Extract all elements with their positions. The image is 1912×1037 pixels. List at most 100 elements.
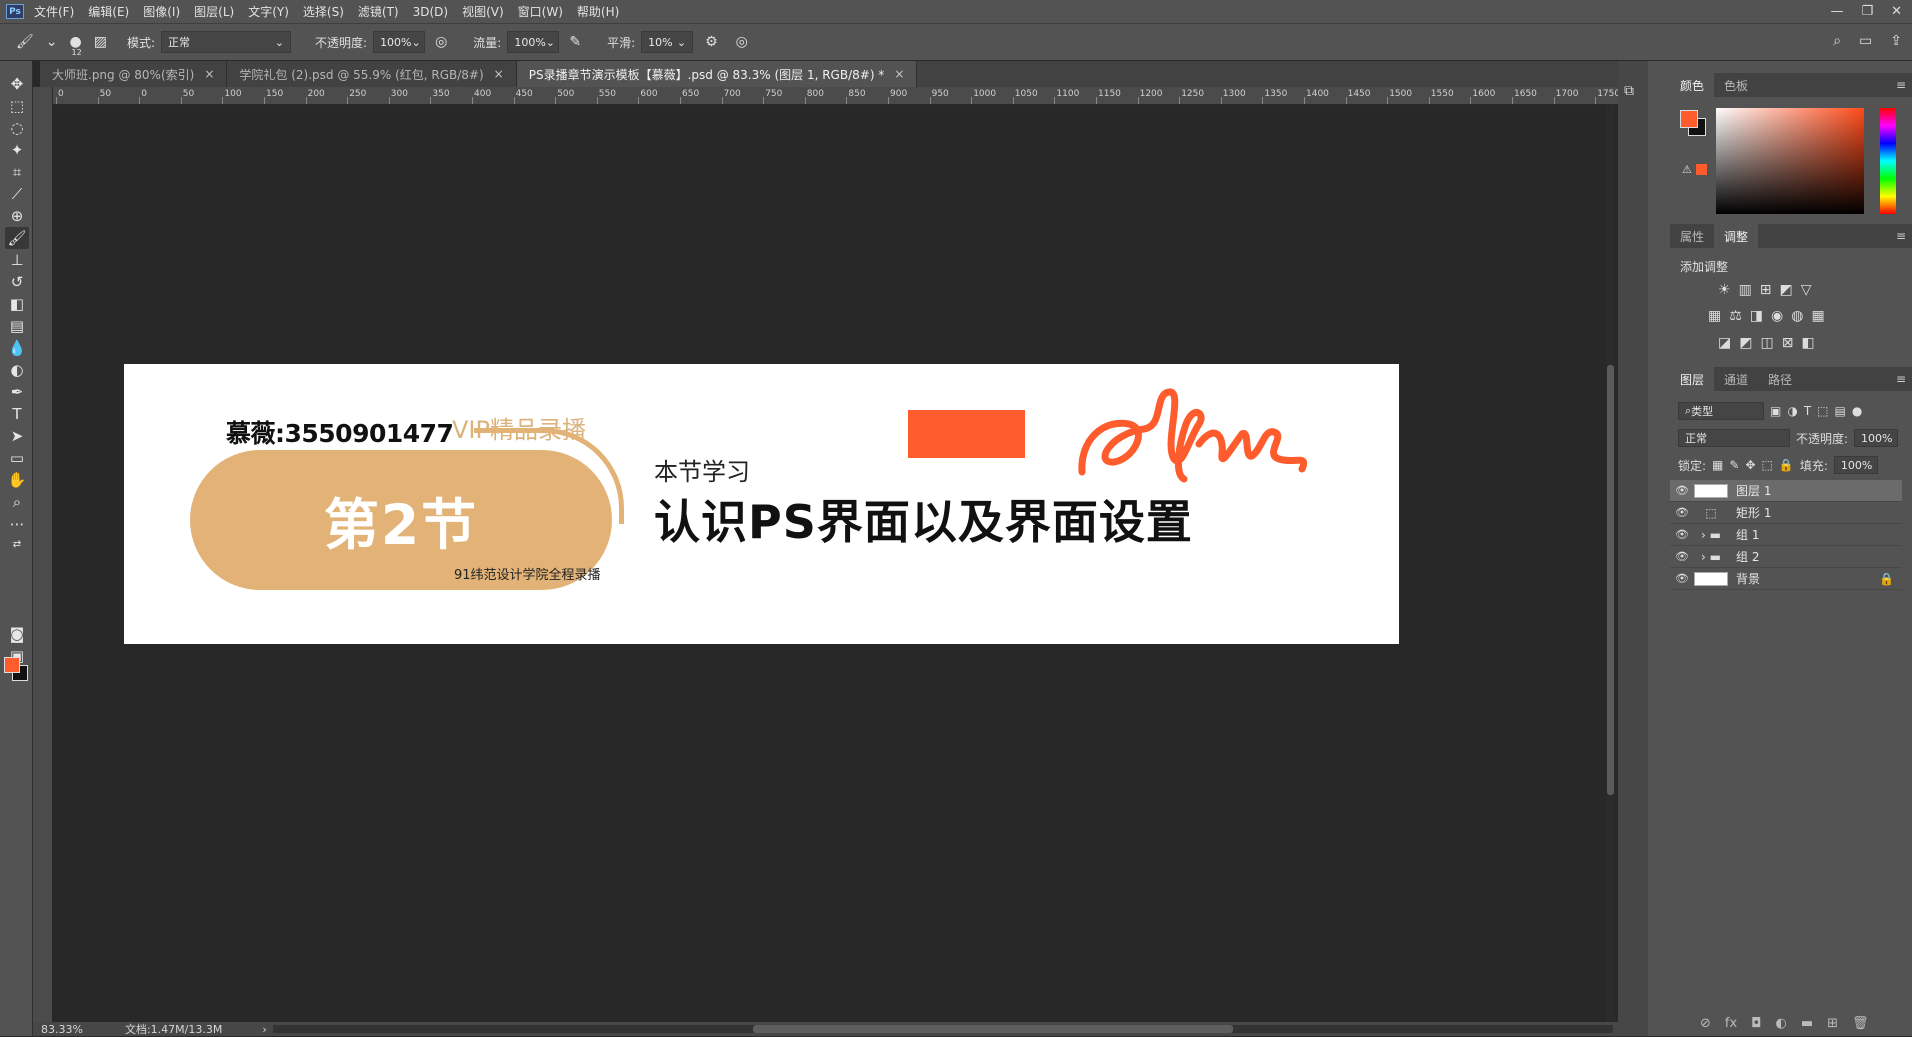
more-tools-icon[interactable]: ⋯ <box>5 513 29 535</box>
tab-paths[interactable]: 路径 <box>1758 367 1802 391</box>
eye-icon[interactable]: 👁 <box>1670 528 1694 541</box>
magic-wand-tool-icon[interactable]: ✦ <box>5 139 29 161</box>
swap-colors-icon[interactable]: ⇄ <box>5 533 29 555</box>
gradient-tool-icon[interactable]: ▤ <box>5 315 29 337</box>
menu-help[interactable]: 帮助(H) <box>577 3 619 20</box>
rectangle-tool-icon[interactable]: ▭ <box>5 447 29 469</box>
blend-mode-select[interactable]: 正常 <box>1678 429 1790 447</box>
filter-adjust-icon[interactable]: ◑ <box>1787 404 1797 418</box>
minimize-button[interactable]: — <box>1830 4 1843 19</box>
restore-button[interactable]: ❐ <box>1861 4 1873 19</box>
brightness-icon[interactable]: ☀ <box>1718 282 1731 298</box>
menu-layer[interactable]: 图层(L) <box>194 3 234 20</box>
menu-view[interactable]: 视图(V) <box>462 3 504 20</box>
move-tool-icon[interactable]: ✥ <box>5 73 29 95</box>
eraser-tool-icon[interactable]: ◧ <box>5 293 29 315</box>
filter-type-icon[interactable]: T <box>1804 404 1811 418</box>
fx-icon[interactable]: fx <box>1725 1016 1737 1031</box>
zoom-level[interactable]: 83.33% <box>41 1023 83 1036</box>
history-panel-icon[interactable]: ⧉ <box>1624 83 1634 99</box>
levels-icon[interactable]: ▥ <box>1739 282 1752 298</box>
gear-icon[interactable]: ⚙ <box>705 34 718 50</box>
lock-pixels-icon[interactable]: ✎ <box>1729 458 1739 472</box>
close-icon[interactable]: × <box>204 67 214 81</box>
lasso-tool-icon[interactable]: ◌ <box>5 117 29 139</box>
link-icon[interactable]: ⊘ <box>1700 1016 1711 1031</box>
eye-icon[interactable]: 👁 <box>1670 506 1694 519</box>
brush-panel-icon[interactable]: ▨ <box>94 34 107 50</box>
menu-window[interactable]: 窗口(W) <box>518 3 563 20</box>
curves-icon[interactable]: ⊞ <box>1760 282 1772 298</box>
eyedropper-tool-icon[interactable]: ⟋ <box>5 183 29 205</box>
new-layer-icon[interactable]: ⊞ <box>1827 1016 1838 1031</box>
trash-icon[interactable]: 🗑 <box>1852 1016 1869 1031</box>
tab-dashiban[interactable]: 大师班.png @ 80%(索引) × <box>40 61 228 87</box>
threshold-icon[interactable]: ◫ <box>1760 335 1773 351</box>
panel-menu-icon[interactable]: ≡ <box>1896 229 1906 243</box>
channel-mixer-icon[interactable]: ◍ <box>1791 308 1803 324</box>
scrollbar-thumb[interactable] <box>1607 365 1614 795</box>
foreground-color-swatch[interactable] <box>4 657 20 673</box>
history-brush-tool-icon[interactable]: ↺ <box>5 271 29 293</box>
folder-icon[interactable]: › ▬ <box>1694 528 1728 542</box>
gradient-map-icon[interactable]: ◧ <box>1801 335 1814 351</box>
flow-field[interactable]: 100% ⌄ <box>507 31 560 53</box>
type-tool-icon[interactable]: T <box>5 403 29 425</box>
layer-row-background[interactable]: 👁 背景 🔒 <box>1670 568 1902 590</box>
eye-icon[interactable]: 👁 <box>1670 550 1694 563</box>
panel-menu-icon[interactable]: ≡ <box>1896 372 1906 386</box>
scrollbar-thumb[interactable] <box>753 1025 1233 1033</box>
layer-opacity-field[interactable]: 100% <box>1854 429 1899 447</box>
lock-position-icon[interactable]: ✥ <box>1745 458 1755 472</box>
panel-foreground-swatch[interactable] <box>1680 110 1698 128</box>
folder-icon[interactable]: › ▬ <box>1694 550 1728 564</box>
tab-color[interactable]: 颜色 <box>1670 73 1715 97</box>
menu-file[interactable]: 文件(F) <box>34 3 74 20</box>
healing-brush-tool-icon[interactable]: ⊕ <box>5 205 29 227</box>
selective-color-icon[interactable]: ⊠ <box>1782 335 1794 351</box>
layer-kind-filter[interactable]: ⌕ 类型 <box>1678 402 1764 420</box>
dodge-tool-icon[interactable]: ◐ <box>5 359 29 381</box>
lock-transparent-icon[interactable]: ▦ <box>1712 458 1723 472</box>
horizontal-scrollbar[interactable] <box>273 1025 1613 1033</box>
close-window-button[interactable]: ✕ <box>1891 4 1902 19</box>
new-group-icon[interactable]: ▬ <box>1801 1016 1813 1031</box>
menu-edit[interactable]: 编辑(E) <box>88 3 129 20</box>
menu-image[interactable]: 图像(I) <box>143 3 180 20</box>
photo-filter-icon[interactable]: ◉ <box>1771 308 1783 324</box>
eye-icon[interactable]: 👁 <box>1670 484 1694 497</box>
marquee-tool-icon[interactable]: ⬚ <box>5 95 29 117</box>
vibrance-icon[interactable]: ▽ <box>1801 282 1812 298</box>
black-white-icon[interactable]: ◨ <box>1750 308 1763 324</box>
close-icon[interactable]: × <box>894 67 904 81</box>
pen-tool-icon[interactable]: ✒ <box>5 381 29 403</box>
tab-properties[interactable]: 属性 <box>1670 224 1714 248</box>
workspace-icon[interactable]: ▭ <box>1859 33 1872 49</box>
hue-slider[interactable] <box>1880 108 1896 214</box>
stamp-tool-icon[interactable]: ⊥ <box>5 249 29 271</box>
crop-tool-icon[interactable]: ⌗ <box>5 161 29 183</box>
brush-tool-icon[interactable]: 🖌 <box>5 227 29 249</box>
color-balance-icon[interactable]: ⚖ <box>1729 308 1742 324</box>
color-picker-field[interactable] <box>1716 108 1864 214</box>
close-icon[interactable]: × <box>494 67 504 81</box>
exposure-icon[interactable]: ◩ <box>1780 282 1793 298</box>
filter-smart-icon[interactable]: ▤ <box>1835 404 1846 418</box>
menu-filter[interactable]: 滤镜(T) <box>358 3 399 20</box>
brush-tool-icon[interactable]: 🖌 <box>16 34 34 50</box>
eye-icon[interactable]: 👁 <box>1670 572 1694 585</box>
posterize-icon[interactable]: ◩ <box>1739 335 1752 351</box>
mask-icon[interactable]: ◘ <box>1751 1016 1761 1031</box>
menu-select[interactable]: 选择(S) <box>303 3 344 20</box>
layer-row-rect1[interactable]: 👁 ⬚ 矩形 1 <box>1670 502 1902 524</box>
tab-xueyuan-libao[interactable]: 学院礼包 (2).psd @ 55.9% (红包, RGB/8#) × <box>227 61 517 87</box>
filter-shape-icon[interactable]: ⬚ <box>1817 404 1828 418</box>
fill-field[interactable]: 100% <box>1833 456 1878 474</box>
tab-adjustments[interactable]: 调整 <box>1714 224 1759 248</box>
brush-preset-icon[interactable]: ● 12 <box>70 34 82 57</box>
tab-swatches[interactable]: 色板 <box>1714 73 1758 97</box>
invert-icon[interactable]: ◪ <box>1718 335 1731 351</box>
blur-tool-icon[interactable]: 💧 <box>5 337 29 359</box>
tab-layers[interactable]: 图层 <box>1670 367 1715 391</box>
adjustment-layer-icon[interactable]: ◐ <box>1775 1016 1786 1031</box>
